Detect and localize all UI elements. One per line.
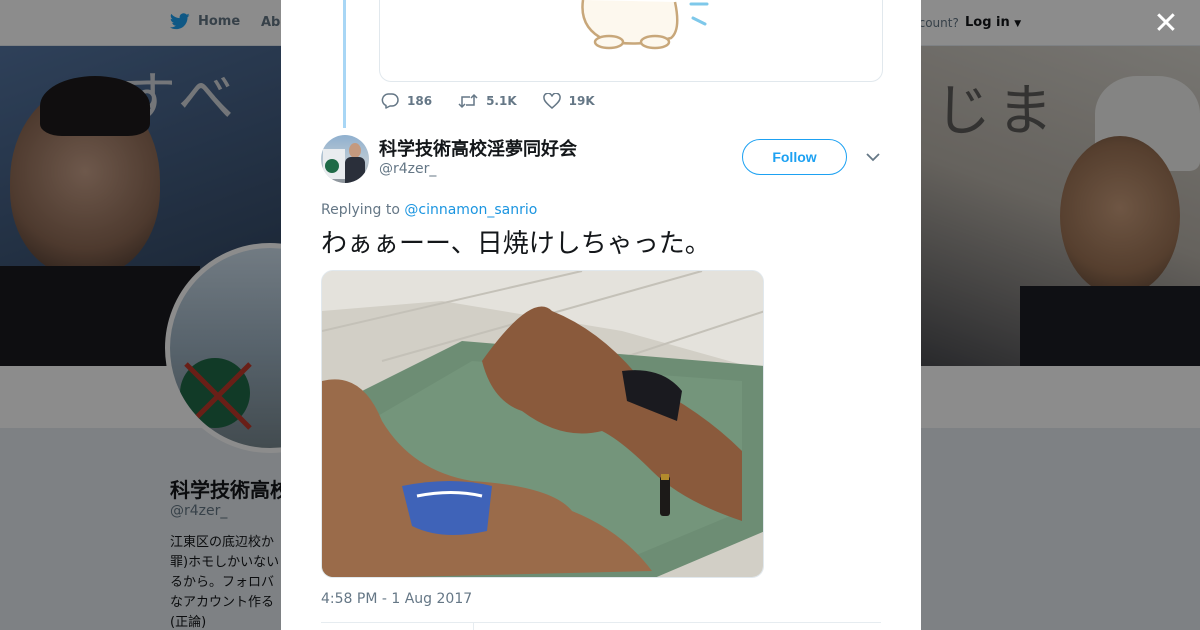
tweet-photo[interactable]	[321, 270, 764, 578]
tweet-modal: 186 5.1K 19K 科学技術高校淫夢同好会 @r4zer_ Follow	[281, 0, 921, 630]
author-name[interactable]: 科学技術高校淫夢同好会	[379, 135, 577, 161]
tweet-timestamp[interactable]: 4:58 PM - 1 Aug 2017	[321, 591, 472, 607]
cinnamoroll-illustration	[581, 0, 709, 50]
stats-divider	[321, 622, 881, 623]
author-avatar[interactable]	[321, 135, 369, 183]
replying-prefix: Replying to	[321, 202, 405, 218]
retweet-count: 5.1K	[486, 94, 517, 108]
parent-tweet-actions: 186 5.1K 19K	[381, 93, 621, 109]
close-icon[interactable]: ✕	[1152, 9, 1180, 39]
author-handle[interactable]: @r4zer_	[379, 161, 436, 177]
like-button[interactable]: 19K	[542, 93, 595, 109]
thread-connector	[343, 0, 346, 128]
chevron-down-icon[interactable]	[864, 148, 882, 166]
like-count: 19K	[568, 94, 595, 108]
beach-photo	[322, 271, 763, 577]
reply-icon	[381, 93, 399, 109]
follow-button[interactable]: Follow	[742, 139, 847, 175]
retweet-button[interactable]: 5.1K	[458, 93, 517, 109]
heart-icon	[542, 93, 561, 109]
reply-button[interactable]: 186	[381, 93, 432, 109]
school-logo	[325, 159, 339, 173]
parent-tweet-media[interactable]	[379, 0, 883, 82]
replying-to-link[interactable]: @cinnamon_sanrio	[404, 202, 537, 218]
replying-to: Replying to @cinnamon_sanrio	[321, 202, 537, 218]
tweet-text: わぁぁーー、日焼けしちゃった。	[321, 229, 711, 259]
stats-divider-vertical	[473, 622, 474, 630]
reply-count: 186	[407, 94, 433, 108]
retweet-icon	[458, 93, 478, 109]
